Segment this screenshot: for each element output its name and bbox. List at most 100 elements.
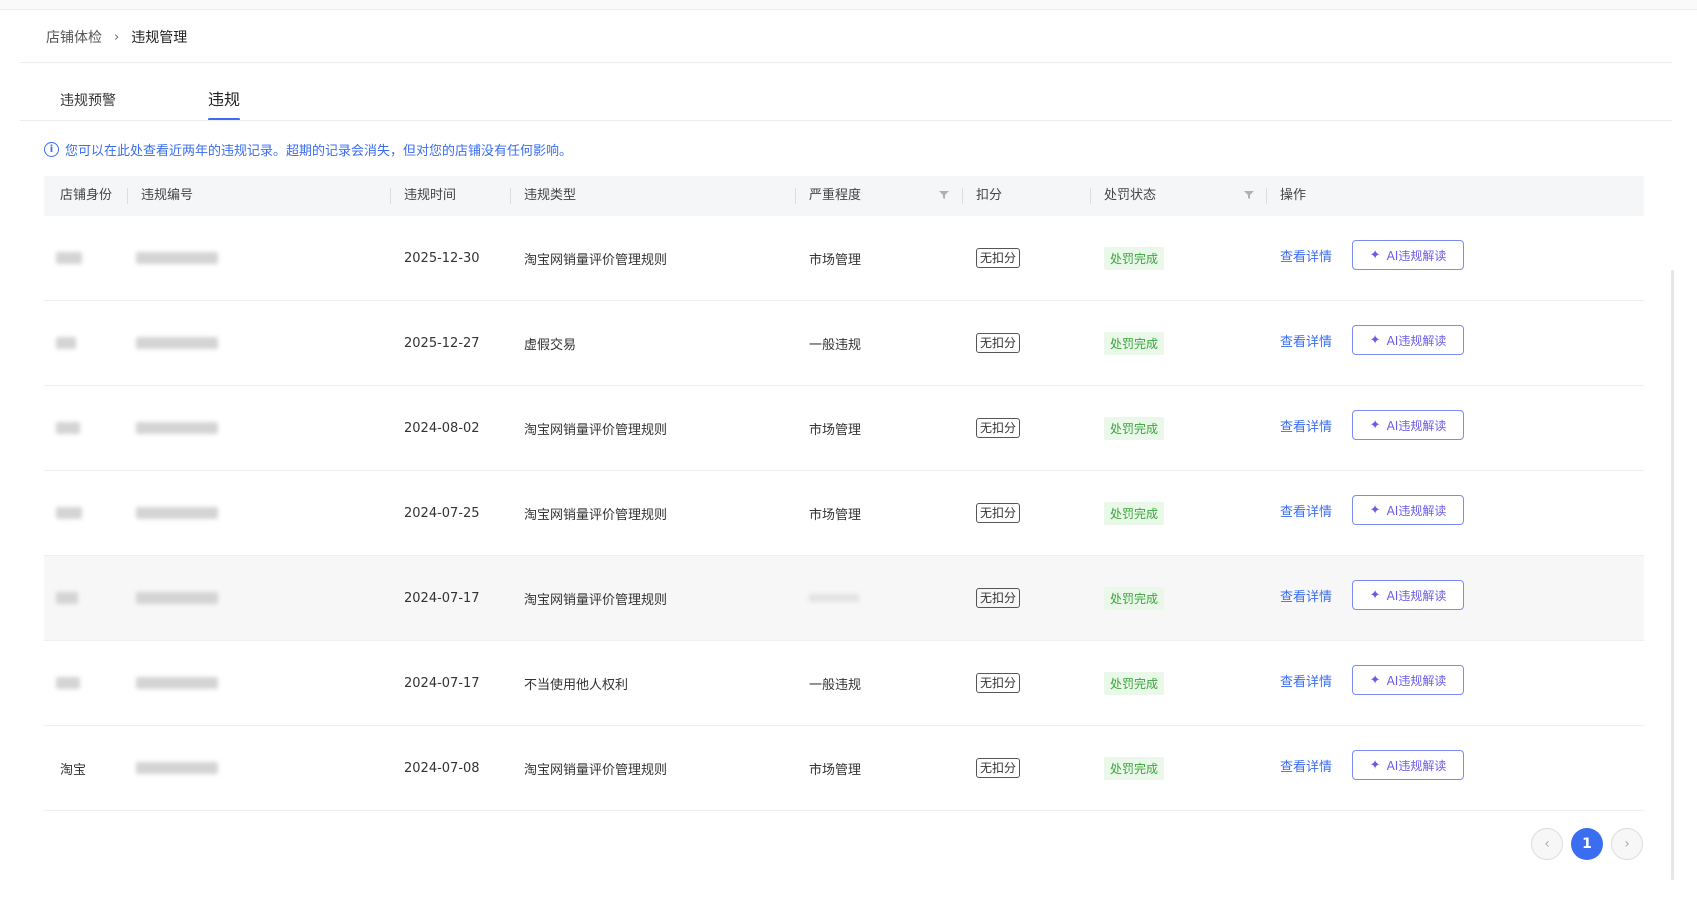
ai-interpret-button[interactable]: ✦ AI违规解读: [1352, 580, 1464, 610]
header-action-label: 操作: [1280, 188, 1307, 203]
sparkle-icon: ✦: [1369, 757, 1381, 773]
redacted-identity: [56, 337, 76, 349]
sparkle-icon: ✦: [1369, 247, 1381, 263]
redacted-identity: [56, 677, 80, 689]
severity-filter-icon[interactable]: [939, 190, 949, 200]
view-detail-link[interactable]: 查看详情: [1280, 246, 1332, 265]
cell-number: [136, 556, 218, 640]
cell-detail: 查看详情: [1280, 301, 1332, 385]
header-status-label: 处罚状态: [1104, 188, 1157, 203]
header-time-label: 违规时间: [404, 188, 457, 203]
view-detail-link[interactable]: 查看详情: [1280, 331, 1332, 350]
cell-number: [136, 216, 218, 300]
tab-violation-warning[interactable]: 违规预警: [60, 90, 116, 110]
ai-interpret-label: AI违规解读: [1386, 673, 1447, 688]
redacted-severity: [809, 594, 859, 602]
deduct-badge: 无扣分: [976, 248, 1021, 268]
cell-type: 淘宝网销量评价管理规则: [524, 507, 668, 523]
cell-identity: [56, 556, 78, 640]
status-badge: 处罚完成: [1104, 756, 1165, 780]
cell-identity: [56, 301, 76, 385]
cell-time: 2024-08-02: [404, 420, 480, 436]
vertical-scrollbar[interactable]: [1671, 270, 1674, 880]
cell-deduct: 无扣分: [976, 471, 1021, 555]
breadcrumb-parent[interactable]: 店铺体检: [46, 27, 102, 47]
status-badge: 处罚完成: [1104, 586, 1165, 610]
cell-ai: ✦ AI违规解读: [1352, 386, 1464, 470]
view-detail-link[interactable]: 查看详情: [1280, 416, 1332, 435]
column-separator: [390, 188, 391, 204]
column-separator: [795, 188, 796, 204]
redacted-identity: [56, 252, 82, 264]
cell-severity: 一般违规: [809, 337, 862, 353]
cell-detail: 查看详情: [1280, 641, 1332, 725]
cell-type: 不当使用他人权利: [524, 677, 629, 693]
cell-severity: 市场管理: [809, 252, 862, 268]
deduct-badge: 无扣分: [976, 503, 1021, 523]
deduct-badge: 无扣分: [976, 588, 1021, 608]
status-badge: 处罚完成: [1104, 416, 1165, 440]
pagination-next-button[interactable]: ›: [1611, 828, 1643, 860]
pagination-prev-button[interactable]: ‹: [1531, 828, 1563, 860]
ai-interpret-button[interactable]: ✦ AI违规解读: [1352, 325, 1464, 355]
redacted-number: [136, 677, 218, 689]
table-row: 2025-12-27 虚假交易 一般违规 无扣分 处罚完成 查看详情 ✦ AI违规…: [44, 301, 1644, 386]
header-type-label: 违规类型: [524, 188, 577, 203]
table-row: 2024-07-25 淘宝网销量评价管理规则 市场管理 无扣分 处罚完成 查看详…: [44, 471, 1644, 556]
redacted-identity: [56, 507, 82, 519]
tab-bar: 违规预警 违规: [20, 80, 1672, 121]
redacted-identity: [56, 592, 78, 604]
ai-interpret-button[interactable]: ✦ AI违规解读: [1352, 240, 1464, 270]
cell-detail: 查看详情: [1280, 471, 1332, 555]
view-detail-link[interactable]: 查看详情: [1280, 586, 1332, 605]
pagination: ‹ 1 ›: [1531, 828, 1643, 860]
header-deduct-label: 扣分: [976, 188, 1003, 203]
view-detail-link[interactable]: 查看详情: [1280, 756, 1332, 775]
cell-number: [136, 301, 218, 385]
cell-time: 2024-07-17: [404, 675, 480, 691]
cell-deduct: 无扣分: [976, 301, 1021, 385]
header-status: 处罚状态: [1090, 176, 1284, 216]
header-action: 操作: [1266, 176, 1307, 216]
status-badge: 处罚完成: [1104, 671, 1165, 695]
ai-interpret-button[interactable]: ✦ AI违规解读: [1352, 410, 1464, 440]
ai-interpret-label: AI违规解读: [1386, 588, 1447, 603]
status-filter-icon[interactable]: [1244, 190, 1254, 200]
redacted-number: [136, 507, 218, 519]
cell-status: 处罚完成: [1104, 726, 1165, 810]
deduct-badge: 无扣分: [976, 673, 1021, 693]
redacted-number: [136, 252, 218, 264]
cell-status: 处罚完成: [1104, 556, 1165, 640]
tab-label: 违规预警: [60, 93, 116, 109]
table-row: 2024-08-02 淘宝网销量评价管理规则 市场管理 无扣分 处罚完成 查看详…: [44, 386, 1644, 471]
ai-interpret-label: AI违规解读: [1386, 503, 1447, 518]
deduct-badge: 无扣分: [976, 333, 1021, 353]
cell-ai: ✦ AI违规解读: [1352, 471, 1464, 555]
redacted-number: [136, 592, 218, 604]
tab-violation[interactable]: 违规: [208, 86, 241, 121]
view-detail-link[interactable]: 查看详情: [1280, 501, 1332, 520]
ai-interpret-label: AI违规解读: [1386, 333, 1447, 348]
cell-detail: 查看详情: [1280, 556, 1332, 640]
violation-table: 店铺身份 违规编号 违规时间 违规类型 严重程度 扣分 处罚状态 操作 2025…: [44, 176, 1644, 811]
cell-ai: ✦ AI违规解读: [1352, 641, 1464, 725]
cell-status: 处罚完成: [1104, 641, 1165, 725]
cell-identity: [56, 216, 82, 300]
pagination-page-1[interactable]: 1: [1571, 828, 1603, 860]
deduct-badge: 无扣分: [976, 418, 1021, 438]
cell-severity: 一般违规: [809, 677, 862, 693]
sparkle-icon: ✦: [1369, 672, 1381, 688]
cell-type: 淘宝网销量评价管理规则: [524, 762, 668, 778]
tabs-divider: [20, 120, 1672, 121]
cell-identity: [56, 386, 80, 470]
column-separator: [1090, 188, 1091, 204]
view-detail-link[interactable]: 查看详情: [1280, 671, 1332, 690]
ai-interpret-button[interactable]: ✦ AI违规解读: [1352, 750, 1464, 780]
status-badge: 处罚完成: [1104, 246, 1165, 270]
breadcrumb-separator-icon: ›: [114, 29, 120, 45]
ai-interpret-button[interactable]: ✦ AI违规解读: [1352, 665, 1464, 695]
cell-ai: ✦ AI违规解读: [1352, 726, 1464, 810]
cell-time: 2025-12-27: [404, 335, 480, 351]
ai-interpret-button[interactable]: ✦ AI违规解读: [1352, 495, 1464, 525]
cell-time: 2025-12-30: [404, 250, 480, 266]
